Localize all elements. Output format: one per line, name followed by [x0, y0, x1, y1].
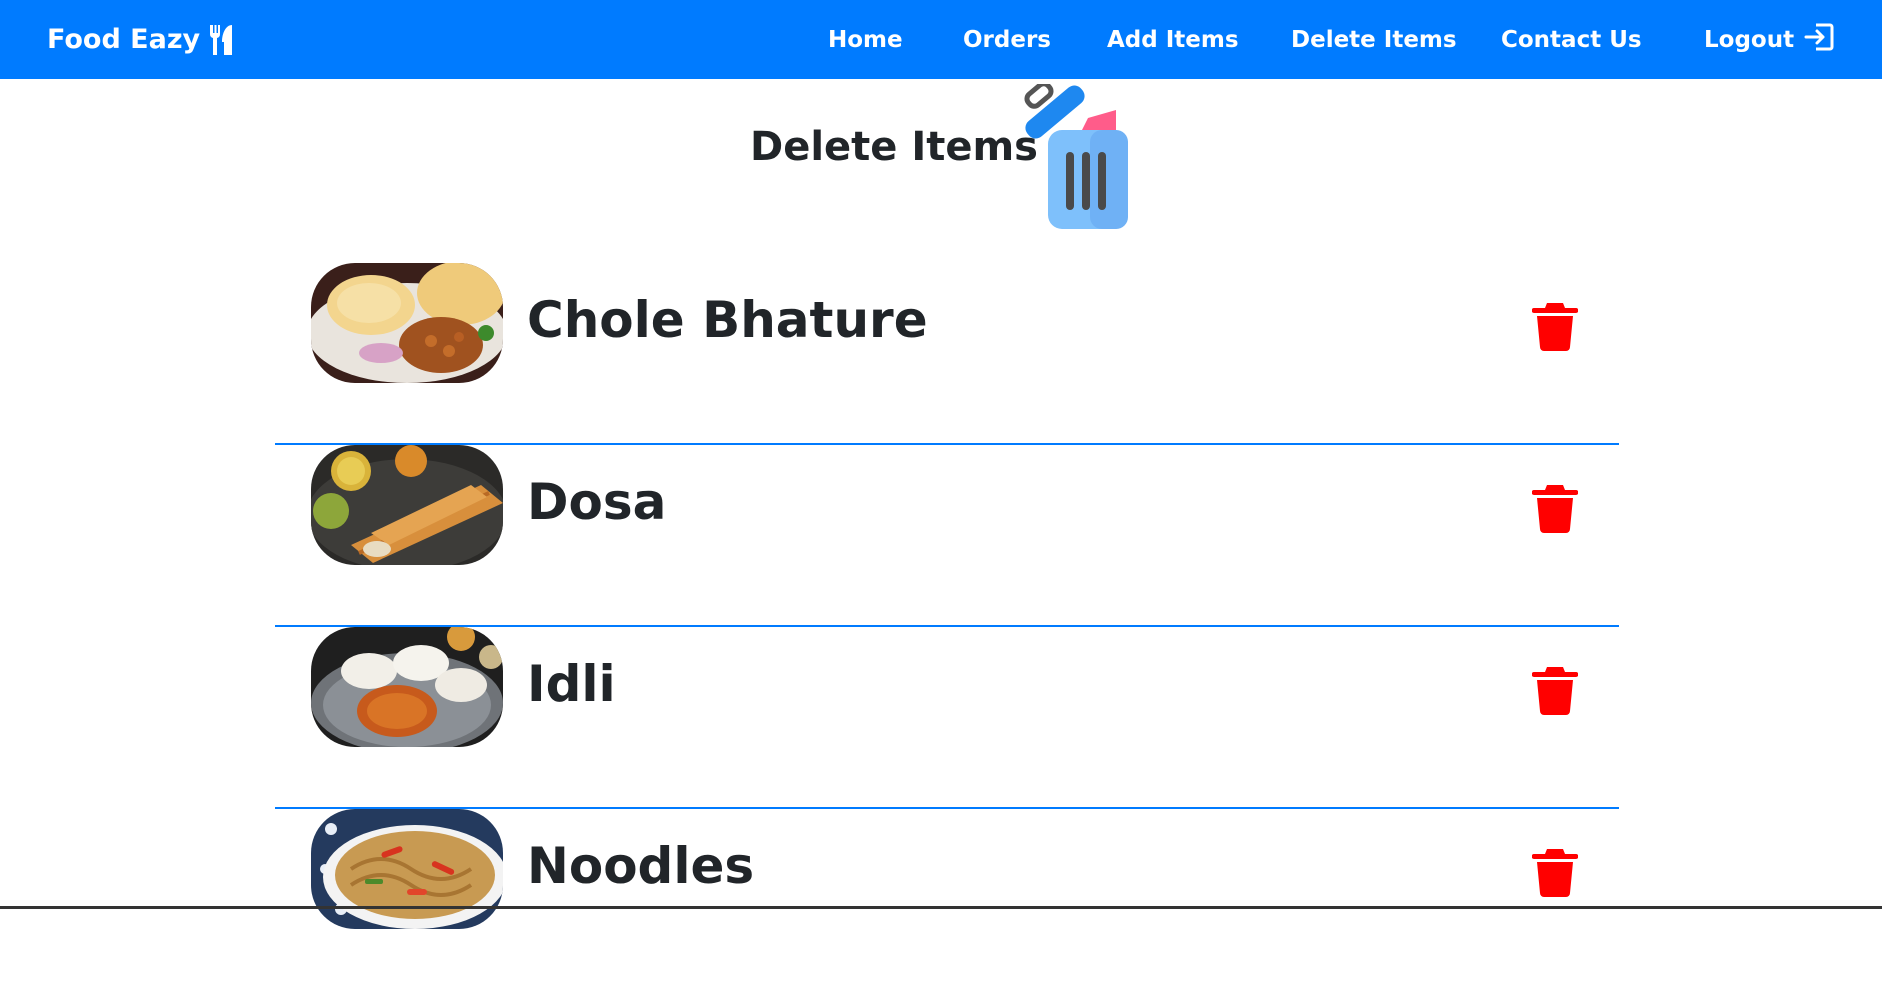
- brand-name: Food Eazy: [47, 24, 201, 55]
- nav-delete-items[interactable]: Delete Items: [1291, 0, 1457, 79]
- delete-button[interactable]: [1531, 847, 1579, 897]
- idli-photo: [311, 627, 503, 747]
- chole-bhature-photo: [311, 263, 503, 383]
- item-list: Chole Bhature Dosa Idli Noodles: [275, 263, 1619, 991]
- page-header: Delete Items: [0, 81, 1882, 234]
- page-title: Delete Items: [750, 124, 1038, 170]
- nav-contact-us[interactable]: Contact Us: [1501, 0, 1642, 79]
- trash-icon: [1531, 667, 1579, 715]
- logout-label: Logout: [1704, 26, 1795, 53]
- list-item: Noodles: [275, 809, 1619, 991]
- nav-add-items[interactable]: Add Items: [1107, 0, 1239, 79]
- brand-logo[interactable]: Food Eazy: [47, 0, 234, 79]
- dosa-photo: [311, 445, 503, 565]
- trash-bin-illustration: [1020, 81, 1140, 233]
- nav-home[interactable]: Home: [828, 0, 903, 79]
- navbar: Food Eazy Home Orders Add Items Delete I…: [0, 0, 1882, 79]
- list-item: Dosa: [275, 445, 1619, 627]
- item-name: Dosa: [527, 473, 667, 531]
- delete-button[interactable]: [1531, 301, 1579, 351]
- list-item: Chole Bhature: [275, 263, 1619, 445]
- trash-icon: [1531, 485, 1579, 533]
- noodles-photo: [311, 809, 503, 929]
- item-name: Noodles: [527, 837, 755, 895]
- item-name: Idli: [527, 655, 616, 713]
- item-name: Chole Bhature: [527, 291, 928, 349]
- delete-button[interactable]: [1531, 665, 1579, 715]
- nav-logout[interactable]: Logout: [1704, 0, 1834, 79]
- nav-orders[interactable]: Orders: [963, 0, 1051, 79]
- delete-button[interactable]: [1531, 483, 1579, 533]
- list-item: Idli: [275, 627, 1619, 809]
- fork-knife-icon: [208, 24, 234, 56]
- trash-icon: [1531, 849, 1579, 897]
- trash-icon: [1531, 303, 1579, 351]
- logout-icon: [1804, 23, 1834, 57]
